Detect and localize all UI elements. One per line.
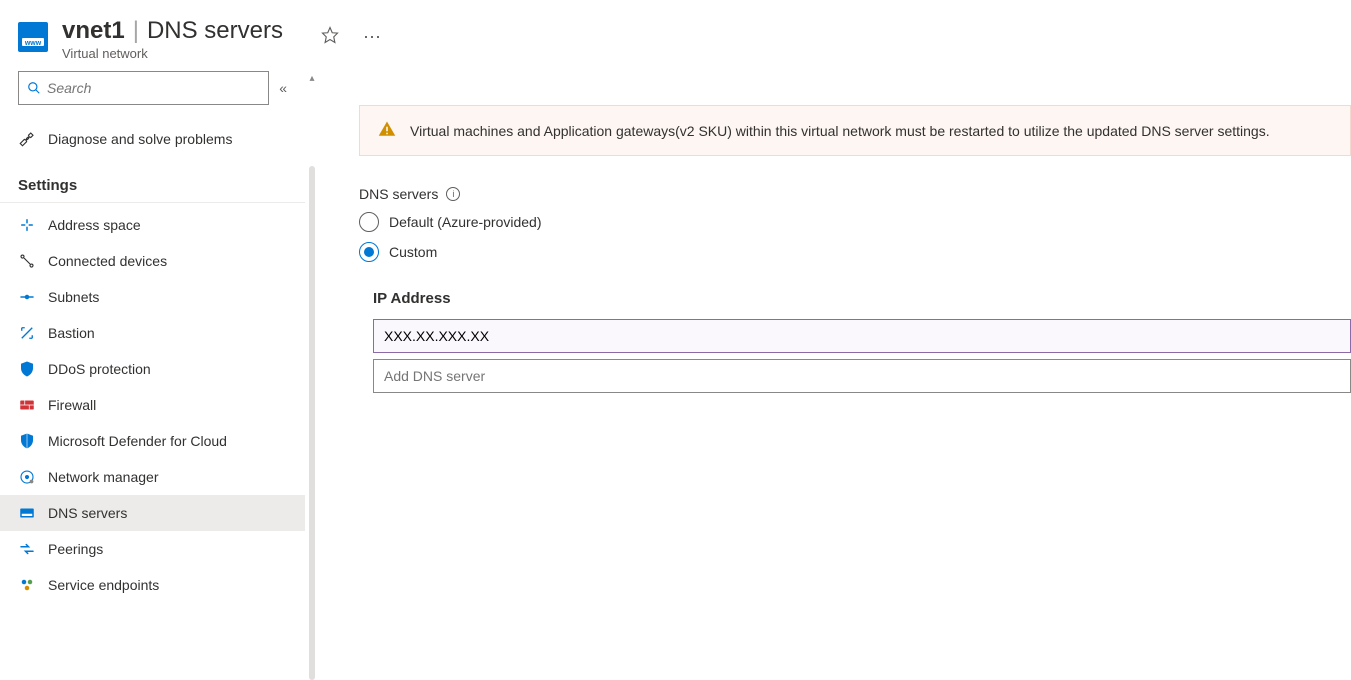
collapse-sidebar-button[interactable]: «: [279, 80, 287, 96]
address-space-icon: [18, 216, 36, 234]
chevron-double-left-icon: «: [279, 80, 287, 96]
vnet-icon: [18, 22, 48, 52]
radio-icon: [359, 242, 379, 262]
info-icon[interactable]: i: [446, 187, 460, 201]
page-header: vnet1 | DNS servers Virtual network ⋯: [0, 0, 1351, 71]
star-icon: [321, 26, 339, 44]
scrollbar-track: [309, 166, 315, 680]
radio-custom[interactable]: Custom: [359, 242, 1351, 262]
search-input[interactable]: [47, 80, 260, 96]
peerings-icon: [18, 540, 36, 558]
dns-radio-group: Default (Azure-provided) Custom: [359, 212, 1351, 262]
add-dns-server-input[interactable]: [373, 359, 1351, 393]
sidebar-item-address-space[interactable]: Address space: [0, 207, 305, 243]
resource-type: Virtual network: [62, 46, 283, 61]
sidebar-item-peerings[interactable]: Peerings: [0, 531, 305, 567]
page-title: vnet1 | DNS servers: [62, 18, 283, 44]
sidebar-item-label: Firewall: [48, 397, 96, 413]
sidebar-section-settings: Settings: [0, 157, 305, 203]
warning-icon: [378, 120, 396, 141]
main-content: Virtual machines and Application gateway…: [319, 71, 1351, 680]
title-separator: |: [127, 18, 145, 44]
sidebar-item-label: DNS servers: [48, 505, 127, 521]
bastion-icon: [18, 324, 36, 342]
warning-banner: Virtual machines and Application gateway…: [359, 105, 1351, 156]
warning-text: Virtual machines and Application gateway…: [410, 123, 1270, 139]
scroll-up-icon: ▴: [309, 71, 314, 86]
favorite-button[interactable]: [317, 24, 343, 51]
sidebar-item-label: Bastion: [48, 325, 95, 341]
sidebar-item-label: Diagnose and solve problems: [48, 131, 232, 147]
defender-icon: [18, 432, 36, 450]
sidebar-scrollbar[interactable]: ▴: [305, 71, 319, 680]
search-box[interactable]: [18, 71, 269, 105]
sidebar-nav: Diagnose and solve problems Settings Add…: [0, 115, 305, 603]
sidebar-item-bastion[interactable]: Bastion: [0, 315, 305, 351]
radio-label: Default (Azure-provided): [389, 214, 542, 230]
network-manager-icon: [18, 468, 36, 486]
radio-default[interactable]: Default (Azure-provided): [359, 212, 1351, 232]
sidebar-item-diagnose[interactable]: Diagnose and solve problems: [0, 121, 305, 157]
sidebar-item-network-manager[interactable]: Network manager: [0, 459, 305, 495]
sidebar-item-label: Network manager: [48, 469, 159, 485]
dns-servers-label: DNS servers: [359, 186, 438, 202]
sidebar-item-defender[interactable]: Microsoft Defender for Cloud: [0, 423, 305, 459]
ellipsis-icon: ⋯: [363, 27, 381, 47]
sidebar-item-label: Connected devices: [48, 253, 167, 269]
sidebar-item-label: Microsoft Defender for Cloud: [48, 433, 227, 449]
sidebar-item-label: Service endpoints: [48, 577, 159, 593]
sidebar-item-dns-servers[interactable]: DNS servers: [0, 495, 305, 531]
sidebar-item-label: Address space: [48, 217, 141, 233]
radio-icon: [359, 212, 379, 232]
sidebar-item-firewall[interactable]: Firewall: [0, 387, 305, 423]
service-endpoints-icon: [18, 576, 36, 594]
page-subtitle: DNS servers: [147, 18, 283, 44]
sidebar-item-service-endpoints[interactable]: Service endpoints: [0, 567, 305, 603]
ip-address-header: IP Address: [373, 290, 1351, 307]
sidebar: « Diagnose and solve problems Settings A…: [0, 71, 305, 680]
subnets-icon: [18, 288, 36, 306]
ip-address-input[interactable]: [373, 319, 1351, 353]
wrench-icon: [18, 130, 36, 148]
sidebar-item-label: Peerings: [48, 541, 103, 557]
sidebar-item-label: Subnets: [48, 289, 99, 305]
sidebar-item-label: DDoS protection: [48, 361, 151, 377]
resource-name: vnet1: [62, 18, 125, 44]
shield-icon: [18, 360, 36, 378]
sidebar-item-subnets[interactable]: Subnets: [0, 279, 305, 315]
sidebar-item-connected-devices[interactable]: Connected devices: [0, 243, 305, 279]
dns-icon: [18, 504, 36, 522]
sidebar-item-ddos[interactable]: DDoS protection: [0, 351, 305, 387]
firewall-icon: [18, 396, 36, 414]
connected-devices-icon: [18, 252, 36, 270]
more-button[interactable]: ⋯: [359, 25, 385, 50]
radio-label: Custom: [389, 244, 437, 260]
search-icon: [27, 81, 41, 95]
